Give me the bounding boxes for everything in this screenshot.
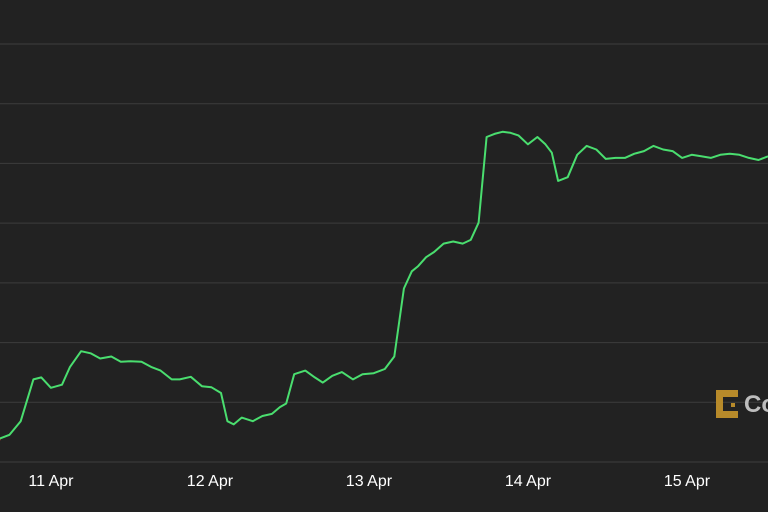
x-tick-label: 11 Apr	[28, 473, 74, 490]
x-tick-label: 12 Apr	[187, 473, 234, 490]
series-line	[0, 130, 768, 440]
watermark-text: Co	[744, 391, 768, 418]
logo-icon	[716, 390, 738, 418]
x-tick-label: 15 Apr	[664, 473, 711, 490]
price-chart: 11 Apr12 Apr13 Apr14 Apr15 Apr16 Apr Co	[0, 43, 768, 490]
x-tick-label: 13 Apr	[346, 473, 393, 490]
grid-lines	[0, 43, 768, 463]
price-series	[0, 130, 768, 441]
x-tick-label: 14 Apr	[505, 473, 552, 490]
x-axis-ticks: 11 Apr12 Apr13 Apr14 Apr15 Apr16 Apr	[28, 473, 711, 490]
watermark-logo: Co	[716, 390, 768, 418]
